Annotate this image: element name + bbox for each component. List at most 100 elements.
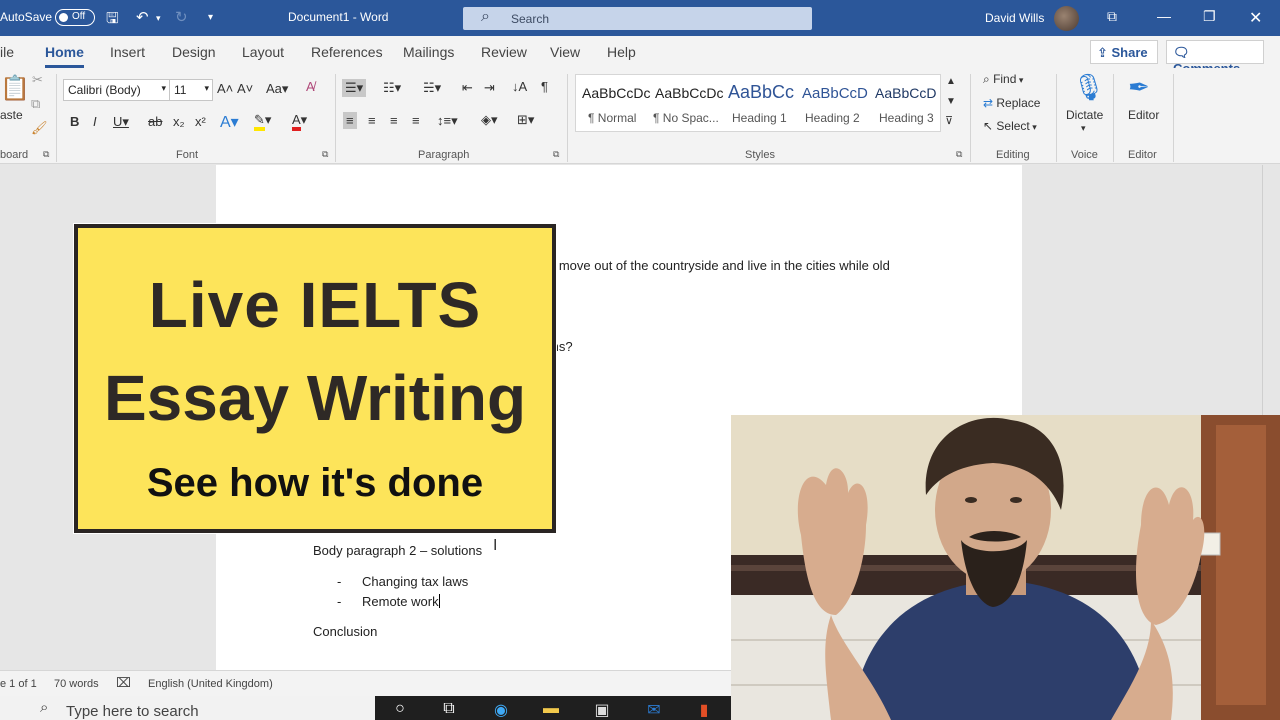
language-indicator[interactable]: English (United Kingdom) [148,678,273,690]
taskbar-search[interactable]: ⌕ Type here to search [0,696,375,720]
microphone-icon[interactable]: 🎙 [1072,72,1105,103]
tab-review[interactable]: Review [481,44,527,60]
autosave-toggle[interactable]: Off [55,9,95,26]
undo-dropdown-icon[interactable]: ▾ [156,13,161,24]
tab-help[interactable]: Help [607,44,636,60]
replace-button[interactable]: ⇄ Replace [983,96,1040,110]
close-icon[interactable]: ✕ [1249,8,1262,28]
format-painter-icon[interactable]: 🖌 [31,120,48,136]
sort-icon[interactable]: ↓A [512,79,527,94]
style-sample-normal[interactable]: AaBbCcDc [582,85,650,101]
italic-icon[interactable]: I [93,114,97,129]
highlight-icon[interactable]: ✎▾ [254,112,271,131]
customize-toolbar-icon[interactable]: ▾ [208,12,213,23]
show-formatting-icon[interactable]: ¶ [541,79,548,94]
task-view-icon[interactable]: ⧉ [438,700,460,720]
style-sample-no-spacing[interactable]: AaBbCcDc [655,85,723,101]
styles-launcher-icon[interactable]: ⧉ [956,149,962,160]
mail-icon[interactable]: ✉ [643,700,665,720]
increase-indent-icon[interactable]: ⇥ [484,80,495,96]
tab-mailings[interactable]: Mailings [403,44,454,60]
search-box[interactable]: ⌕ Search [463,7,812,30]
paste-label[interactable]: aste [0,108,23,122]
tab-home[interactable]: Home [45,44,84,68]
save-icon[interactable]: 🖫 [106,8,119,33]
comment-icon: 🗨 [1173,45,1190,60]
bullets-icon[interactable]: ☰▾ [342,79,367,97]
user-name[interactable]: David Wills [985,11,1044,25]
font-family-dropdown[interactable]: Calibri (Body) ▾ [63,79,170,101]
grow-font-icon[interactable]: A˄ [217,81,233,96]
style-caption-normal[interactable]: ¶ Normal [588,111,636,125]
find-button[interactable]: ⌕ Find ▾ [983,72,1023,87]
style-caption-heading3[interactable]: Heading 3 [879,111,934,125]
underline-icon[interactable]: U▾ [113,114,129,130]
cortana-icon[interactable]: ○ [389,700,411,720]
font-size-dropdown[interactable]: 11 ▾ [169,79,213,101]
vertical-scrollbar[interactable] [1262,165,1280,415]
chevron-down-icon: ▾ [204,83,209,93]
clear-formatting-icon[interactable]: A̸ [306,79,315,94]
clipboard-launcher-icon[interactable]: ⧉ [43,149,49,160]
word-count[interactable]: 70 words [54,678,99,690]
tab-layout[interactable]: Layout [242,44,284,60]
paragraph-launcher-icon[interactable]: ⧉ [553,149,559,160]
change-case-icon[interactable]: Aa▾ [266,81,288,97]
style-caption-heading1[interactable]: Heading 1 [732,111,787,125]
paste-icon[interactable]: 📋 [0,74,30,103]
justify-icon[interactable]: ≡ [412,113,420,128]
store-icon[interactable]: ▣ [591,700,613,720]
styles-scroll-down-icon[interactable]: ▼ [946,96,956,107]
comments-button[interactable]: 🗨 Comments [1166,40,1264,76]
ribbon-display-icon[interactable]: ⧉ [1107,8,1117,25]
multilevel-list-icon[interactable]: ☵▾ [423,80,441,96]
chevron-down-icon[interactable]: ▾ [1081,123,1086,134]
page-count[interactable]: e 1 of 1 [0,678,37,690]
line-spacing-icon[interactable]: ↕≡▾ [437,113,458,129]
proofing-icon[interactable]: ⌧ [116,675,131,691]
select-button[interactable]: ↖ Select ▾ [983,119,1037,133]
font-color-icon[interactable]: A▾ [292,112,307,131]
tab-design[interactable]: Design [172,44,216,60]
superscript-icon[interactable]: x² [195,114,206,129]
align-right-icon[interactable]: ≡ [390,113,398,128]
tab-file[interactable]: ile [0,44,14,60]
avatar[interactable] [1054,6,1079,31]
styles-more-icon[interactable]: ⊽ [945,114,953,127]
dictate-label[interactable]: Dictate [1066,108,1103,122]
subscript-icon[interactable]: x₂ [173,114,185,129]
restore-icon[interactable]: ❐ [1203,8,1216,25]
font-launcher-icon[interactable]: ⧉ [322,149,328,160]
copy-icon[interactable]: ⧉ [31,96,40,112]
style-sample-heading2[interactable]: AaBbCcD [802,85,868,102]
text-effects-icon[interactable]: A▾ [220,112,239,132]
borders-icon[interactable]: ⊞▾ [517,112,534,128]
align-center-icon[interactable]: ≡ [368,113,376,128]
share-button[interactable]: ⇪ Share [1090,40,1158,64]
minimize-icon[interactable]: — [1157,8,1171,24]
style-caption-no-spacing[interactable]: ¶ No Spac... [653,111,719,125]
office-icon[interactable]: ▮ [693,700,715,720]
strikethrough-icon[interactable]: ab [148,114,162,129]
tab-view[interactable]: View [550,44,580,60]
file-explorer-icon[interactable]: ▬ [540,700,562,720]
tab-insert[interactable]: Insert [110,44,145,60]
paragraph-group-label: Paragraph [418,149,470,161]
editor-icon[interactable]: ✒ [1128,72,1150,103]
align-left-icon[interactable]: ≡ [343,112,357,129]
bold-icon[interactable]: B [70,114,79,129]
shrink-font-icon[interactable]: A˅ [237,81,253,96]
style-sample-heading1[interactable]: AaBbCc [728,82,794,103]
styles-scroll-up-icon[interactable]: ▲ [946,76,956,87]
style-sample-heading3[interactable]: AaBbCcD [875,85,936,101]
cut-icon[interactable]: ✂ [32,72,43,88]
tab-references[interactable]: References [311,44,383,60]
redo-icon[interactable]: ↻ [175,8,188,26]
editor-label[interactable]: Editor [1128,108,1159,122]
numbering-icon[interactable]: ☷▾ [383,80,401,96]
edge-icon[interactable]: ◉ [490,700,512,720]
style-caption-heading2[interactable]: Heading 2 [805,111,860,125]
undo-icon[interactable]: ↶ [136,8,149,26]
decrease-indent-icon[interactable]: ⇤ [462,80,473,96]
shading-icon[interactable]: ◈▾ [481,112,498,128]
